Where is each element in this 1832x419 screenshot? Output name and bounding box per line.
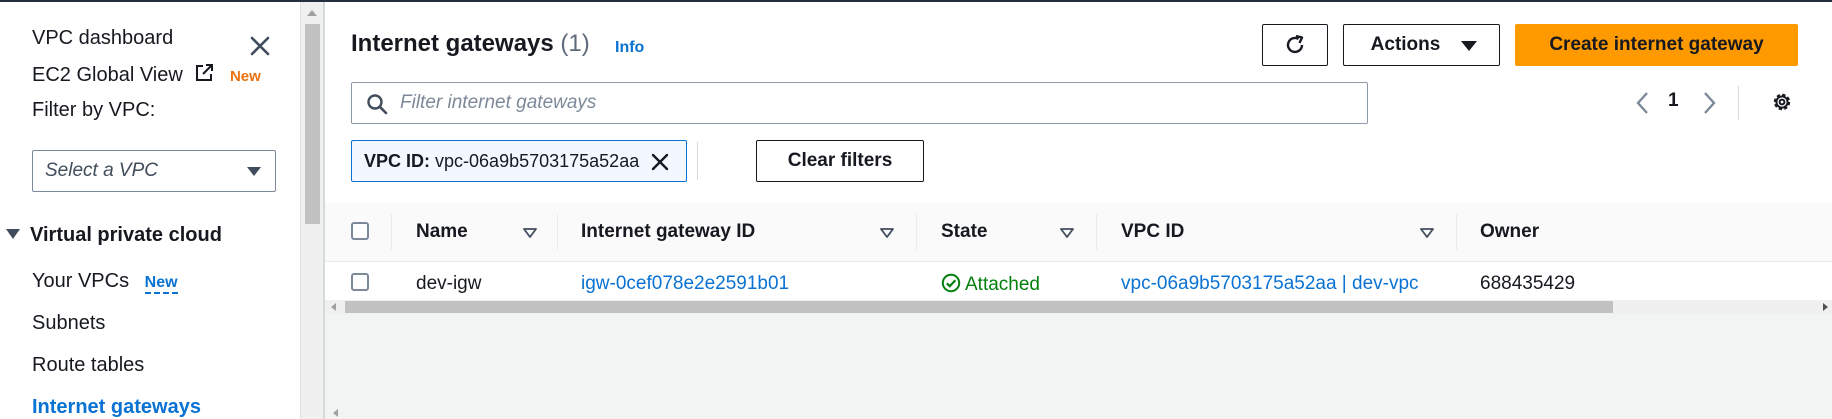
sidebar-item-route-tables[interactable]: Route tables: [32, 354, 144, 377]
vpc-select[interactable]: Select a VPC: [32, 150, 276, 192]
filter-by-vpc-label: Filter by VPC:: [32, 99, 156, 121]
cell-state: Attached: [941, 273, 1040, 296]
filter-token: VPC ID: vpc-06a9b5703175a52aa: [351, 140, 687, 182]
sidebar-item-label: EC2 Global View: [32, 64, 183, 86]
sidebar-item-subnets[interactable]: Subnets: [32, 312, 105, 335]
scroll-right-arrow[interactable]: [1823, 303, 1828, 311]
caret-down-icon: [6, 229, 20, 239]
new-badge[interactable]: New: [144, 274, 178, 294]
filter-token-text: VPC ID: vpc-06a9b5703175a52aa: [364, 151, 639, 172]
filter-token-value: vpc-06a9b5703175a52aa: [435, 151, 640, 171]
page-title-text: Internet gateways: [351, 30, 554, 57]
refresh-icon: [1286, 34, 1304, 54]
sidebar-item-ec2-global-view[interactable]: EC2 Global View New: [32, 63, 261, 89]
column-header-vpc-id[interactable]: VPC ID: [1121, 221, 1184, 243]
table-row[interactable]: dev-igw igw-0cef078e2e2591b01 Attached v…: [325, 262, 1832, 304]
column-header-state[interactable]: State: [941, 221, 987, 243]
sidebar-item-your-vpcs[interactable]: Your VPCs New: [32, 270, 178, 294]
column-divider: [1456, 214, 1457, 250]
caret-down-icon: [1461, 41, 1477, 51]
sort-icon[interactable]: [880, 228, 894, 238]
page-title: Internet gateways (1): [351, 30, 590, 58]
horizontal-scrollbar[interactable]: [325, 300, 1832, 314]
create-internet-gateway-button[interactable]: Create internet gateway: [1515, 24, 1798, 66]
column-divider: [1096, 214, 1097, 250]
search-placeholder: Filter internet gateways: [400, 92, 597, 113]
scroll-up-arrow[interactable]: [307, 10, 317, 16]
filter-token-key: VPC ID:: [364, 151, 431, 171]
close-icon[interactable]: [246, 32, 274, 60]
actions-button[interactable]: Actions: [1343, 24, 1500, 66]
scroll-left-arrow[interactable]: [331, 303, 336, 311]
select-all-checkbox[interactable]: [351, 222, 369, 240]
sort-icon[interactable]: [523, 228, 537, 238]
search-input[interactable]: Filter internet gateways: [351, 82, 1368, 124]
sidebar-item-label: Subnets: [32, 312, 106, 334]
column-header-owner[interactable]: Owner: [1480, 221, 1539, 243]
sidebar-item-label: VPC dashboard: [32, 27, 174, 49]
table-header: Name Internet gateway ID State VPC ID Ow…: [325, 202, 1832, 262]
column-divider: [557, 214, 558, 250]
info-link[interactable]: Info: [615, 39, 644, 57]
sort-icon[interactable]: [1060, 228, 1074, 238]
sidebar-item-label: Your VPCs: [32, 270, 130, 292]
divider: [697, 142, 698, 180]
cell-vpc-id-link[interactable]: vpc-06a9b5703175a52aa | dev-vpc: [1121, 273, 1419, 295]
column-divider: [391, 214, 392, 250]
column-header-name[interactable]: Name: [416, 221, 468, 243]
row-checkbox[interactable]: [351, 273, 369, 291]
new-badge: New: [229, 68, 261, 85]
cell-name: dev-igw: [416, 273, 482, 294]
column-header-gateway-id[interactable]: Internet gateway ID: [581, 221, 755, 243]
sidebar-item-vpc-dashboard[interactable]: VPC dashboard: [32, 27, 173, 50]
vpc-select-placeholder: Select a VPC: [45, 160, 158, 181]
gear-icon[interactable]: [1770, 90, 1794, 114]
scrollbar-thumb[interactable]: [305, 24, 320, 224]
cell-state-text: Attached: [965, 274, 1040, 295]
current-page[interactable]: 1: [1668, 90, 1679, 112]
scroll-left-arrow[interactable]: [333, 409, 338, 417]
column-divider: [916, 214, 917, 250]
dismiss-icon[interactable]: [650, 152, 670, 172]
section-title: Virtual private cloud: [30, 224, 222, 246]
sidebar-scrollbar[interactable]: [300, 2, 324, 419]
external-link-icon: [194, 63, 214, 89]
clear-filters-button[interactable]: Clear filters: [756, 140, 924, 182]
cell-owner: 688435429: [1480, 273, 1576, 294]
sidebar-item-internet-gateways[interactable]: Internet gateways: [32, 396, 201, 419]
internet-gateways-table-panel: Internet gateways (1) Info Actions Creat…: [325, 2, 1832, 304]
scrollbar-thumb[interactable]: [345, 301, 1613, 313]
caret-down-icon: [247, 167, 261, 176]
cell-gateway-id-link[interactable]: igw-0cef078e2e2591b01: [581, 273, 789, 295]
search-icon: [367, 94, 388, 115]
sidebar-item-label: Internet gateways: [32, 396, 201, 418]
divider: [1738, 86, 1739, 120]
sidebar-navigation: VPC dashboard EC2 Global View New Filter…: [0, 2, 300, 419]
sort-icon[interactable]: [1420, 228, 1434, 238]
chevron-right-icon[interactable]: [1698, 90, 1720, 116]
sidebar-item-label: Route tables: [32, 354, 145, 376]
item-count: (1): [560, 30, 590, 57]
actions-label: Actions: [1370, 34, 1441, 55]
status-success-icon: [941, 273, 961, 293]
section-virtual-private-cloud[interactable]: Virtual private cloud: [6, 224, 222, 247]
chevron-left-icon[interactable]: [1632, 90, 1654, 116]
refresh-button[interactable]: [1262, 24, 1328, 66]
